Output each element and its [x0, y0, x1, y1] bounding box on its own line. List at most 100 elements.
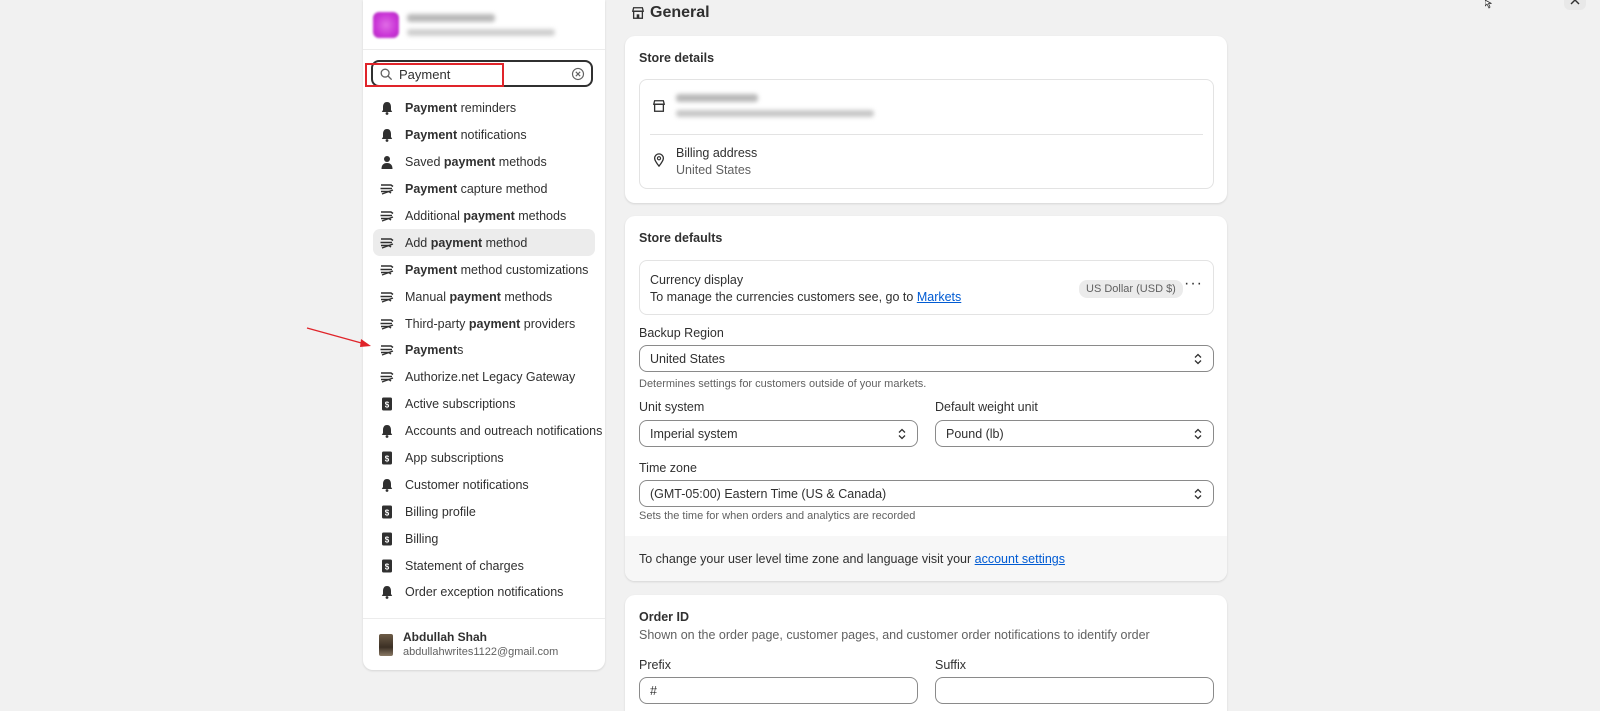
- store-details-card: Store details Billing address United Sta…: [625, 36, 1227, 203]
- user-email: abdullahwrites1122@gmail.com: [403, 645, 559, 658]
- search-result-item[interactable]: Payment reminders: [373, 95, 595, 122]
- order-id-description: Shown on the order page, customer pages,…: [639, 628, 1150, 642]
- timezone-label: Time zone: [639, 461, 697, 475]
- location-pin-icon: [653, 153, 665, 167]
- close-button[interactable]: [1564, 0, 1586, 10]
- receipt-icon: $: [379, 531, 395, 547]
- search-result-item[interactable]: $ Billing profile: [373, 498, 595, 525]
- search-result-label: Accounts and outreach notifications: [405, 424, 603, 439]
- store-logo: [373, 11, 399, 38]
- search-result-label: App subscriptions: [405, 451, 504, 466]
- search-icon: [380, 68, 392, 80]
- svg-text:$: $: [385, 401, 390, 410]
- bell-icon: [379, 127, 395, 143]
- page-title-text: General: [650, 4, 710, 21]
- suffix-input[interactable]: [935, 677, 1214, 704]
- search-result-item[interactable]: Payments: [373, 337, 595, 364]
- backup-region-help: Determines settings for customers outsid…: [639, 378, 927, 390]
- order-id-card: Order ID Shown on the order page, custom…: [625, 595, 1227, 711]
- search-results-list: Payment reminders Payment notifications Sa…: [373, 95, 602, 606]
- annotation-arrow-icon: [306, 327, 371, 347]
- clear-search-icon[interactable]: [571, 67, 585, 81]
- backup-region-value: United States: [650, 351, 726, 366]
- user-account[interactable]: Abdullah Shah abdullahwrites1122@gmail.c…: [363, 618, 605, 670]
- page-title: General: [631, 4, 710, 22]
- backup-region-select[interactable]: United States: [639, 345, 1214, 372]
- payment-icon: [379, 181, 395, 197]
- receipt-icon: $: [379, 396, 395, 412]
- search-result-item[interactable]: Additional payment methods: [373, 203, 595, 230]
- store-icon: [652, 100, 666, 112]
- search-result-item[interactable]: $ Billing: [373, 525, 595, 552]
- search-result-label: Add payment method: [405, 235, 528, 250]
- more-actions-icon[interactable]: ···: [1184, 275, 1203, 293]
- search-result-item[interactable]: Manual payment methods: [373, 283, 595, 310]
- receipt-icon: $: [379, 450, 395, 466]
- payment-icon: [379, 369, 395, 385]
- bell-icon: [379, 423, 395, 439]
- search-result-label: Billing profile: [405, 504, 476, 519]
- search-result-label: Customer notifications: [405, 477, 529, 492]
- search-result-label: Saved payment methods: [405, 155, 547, 170]
- svg-text:$: $: [385, 562, 390, 571]
- store-icon: [631, 7, 645, 19]
- timezone-help: Sets the time for when orders and analyt…: [639, 510, 916, 522]
- suffix-label: Suffix: [935, 658, 967, 672]
- search-result-item[interactable]: Customer notifications: [373, 471, 595, 498]
- prefix-input[interactable]: #: [639, 677, 918, 704]
- unit-system-select[interactable]: Imperial system: [639, 420, 918, 447]
- weight-unit-select[interactable]: Pound (lb): [935, 420, 1214, 447]
- store-header[interactable]: [363, 0, 605, 50]
- user-name: Abdullah Shah: [403, 629, 487, 644]
- billing-address-label: Billing address: [676, 146, 758, 160]
- receipt-icon: $: [379, 558, 395, 574]
- search-result-label: Payment capture method: [405, 182, 548, 197]
- search-result-label: Billing: [405, 531, 439, 546]
- store-defaults-title: Store defaults: [639, 231, 723, 245]
- currency-badge: US Dollar (USD $): [1079, 280, 1183, 298]
- payment-icon: [379, 208, 395, 224]
- timezone-value: (GMT-05:00) Eastern Time (US & Canada): [650, 486, 887, 501]
- bell-icon: [379, 100, 395, 116]
- select-caret-icon: [898, 428, 906, 440]
- search-result-item[interactable]: Order exception notifications: [373, 579, 595, 606]
- select-caret-icon: [1194, 488, 1202, 500]
- store-defaults-footer: To change your user level time zone and …: [625, 536, 1227, 581]
- search-result-item[interactable]: Authorize.net Legacy Gateway: [373, 364, 595, 391]
- payment-icon: [379, 289, 395, 305]
- store-details-title: Store details: [639, 51, 715, 65]
- store-details-box: Billing address United States: [639, 79, 1214, 189]
- svg-text:$: $: [385, 455, 390, 464]
- weight-unit-value: Pound (lb): [946, 426, 1004, 441]
- bell-icon: [379, 584, 395, 600]
- markets-link[interactable]: Markets: [917, 290, 961, 304]
- receipt-icon: $: [379, 504, 395, 520]
- select-caret-icon: [1194, 428, 1202, 440]
- search-result-item[interactable]: Add payment method: [373, 229, 595, 257]
- search-result-item[interactable]: Accounts and outreach notifications: [373, 418, 602, 445]
- search-result-label: Payment notifications: [405, 128, 527, 143]
- search-result-label: Payment method customizations: [405, 262, 589, 277]
- payment-icon: [379, 316, 395, 332]
- search-result-item[interactable]: Payment capture method: [373, 176, 595, 203]
- payment-icon: [379, 342, 395, 358]
- account-settings-link[interactable]: account settings: [975, 552, 1065, 566]
- search-result-label: Authorize.net Legacy Gateway: [405, 370, 576, 385]
- svg-text:$: $: [385, 535, 390, 544]
- search-result-item[interactable]: Third-party payment providers: [373, 310, 595, 337]
- unit-system-value: Imperial system: [650, 426, 738, 441]
- search-result-item[interactable]: $ Active subscriptions: [373, 391, 595, 418]
- search-result-item[interactable]: Payment method customizations: [373, 256, 595, 283]
- search-result-item[interactable]: $ Statement of charges: [373, 552, 595, 579]
- svg-text:$: $: [385, 508, 390, 517]
- weight-unit-label: Default weight unit: [935, 400, 1038, 414]
- timezone-select[interactable]: (GMT-05:00) Eastern Time (US & Canada): [639, 480, 1214, 507]
- search-result-item[interactable]: $ App subscriptions: [373, 445, 595, 472]
- search-result-item[interactable]: Saved payment methods: [373, 149, 595, 176]
- search-result-item[interactable]: Payment notifications: [373, 122, 595, 149]
- search-result-label: Third-party payment providers: [405, 316, 576, 331]
- bell-icon: [379, 477, 395, 493]
- store-name-blurred[interactable]: [676, 94, 874, 117]
- close-icon: [1570, 0, 1580, 5]
- settings-search-input[interactable]: [399, 65, 559, 83]
